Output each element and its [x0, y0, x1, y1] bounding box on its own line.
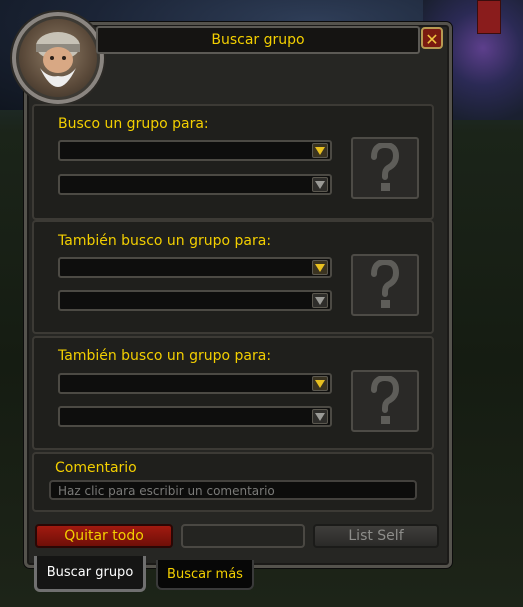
- chevron-down-icon: [312, 376, 328, 391]
- clear-all-button[interactable]: Quitar todo: [35, 524, 173, 548]
- close-button[interactable]: ✕: [421, 27, 443, 49]
- background-banner: [477, 0, 501, 34]
- chevron-down-icon: [312, 260, 328, 275]
- comment-label: Comentario: [55, 460, 137, 476]
- section-title-1: Busco un grupo para:: [58, 116, 209, 132]
- chevron-down-icon: [312, 143, 328, 158]
- list-self-button[interactable]: List Self: [313, 524, 439, 548]
- section-title-3: También busco un grupo para:: [58, 348, 272, 364]
- type-dropdown-1[interactable]: [58, 140, 332, 161]
- question-mark-icon: [351, 370, 419, 432]
- chevron-down-icon: [312, 409, 328, 424]
- question-mark-icon: [351, 254, 419, 316]
- status-display: [181, 524, 305, 548]
- type-dropdown-3[interactable]: [58, 373, 332, 394]
- chevron-down-icon: [312, 293, 328, 308]
- question-mark-icon: [351, 137, 419, 199]
- tab-buscar-mas[interactable]: Buscar más: [156, 560, 254, 590]
- window-title: Buscar grupo: [96, 26, 420, 54]
- section-title-2: También busco un grupo para:: [58, 233, 272, 249]
- type-dropdown-2[interactable]: [58, 257, 332, 278]
- comment-input[interactable]: Haz clic para escribir un comentario: [49, 480, 417, 500]
- dwarf-portrait-icon: [12, 12, 104, 104]
- chevron-down-icon: [312, 177, 328, 192]
- activity-dropdown-2[interactable]: [58, 290, 332, 311]
- activity-dropdown-3[interactable]: [58, 406, 332, 427]
- activity-dropdown-1[interactable]: [58, 174, 332, 195]
- tab-buscar-grupo[interactable]: Buscar grupo: [34, 556, 146, 592]
